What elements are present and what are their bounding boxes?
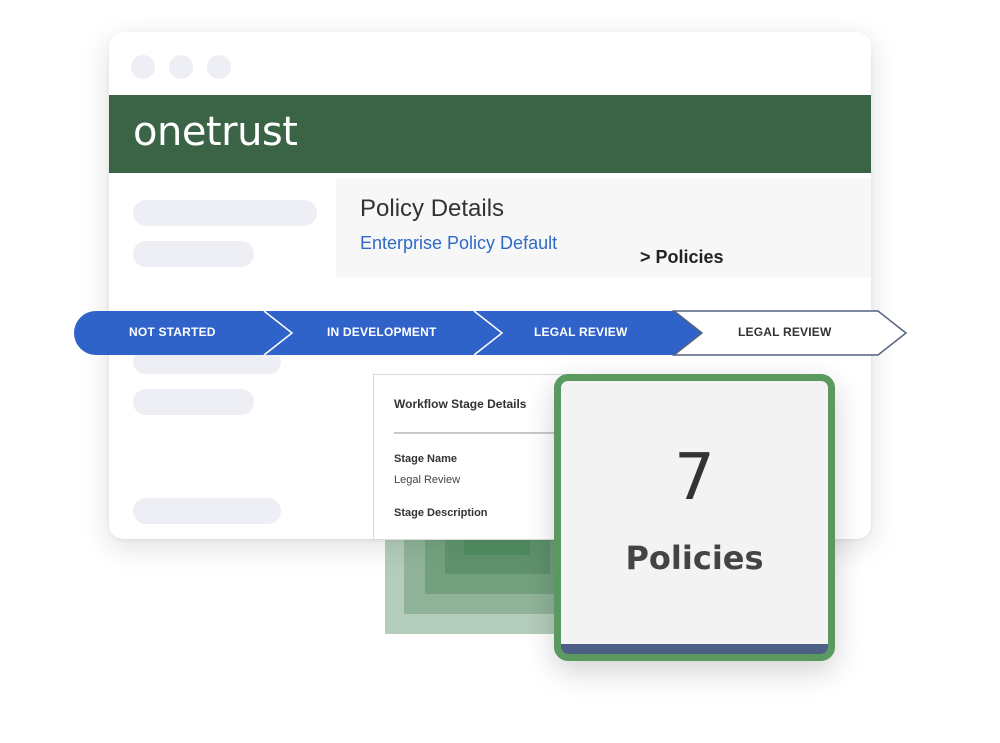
onetrust-logo: onetrust — [133, 109, 298, 155]
sidebar-skeleton-item — [133, 389, 254, 415]
decorative-square — [464, 539, 530, 555]
policies-count-card[interactable]: 7 Policies — [554, 374, 835, 661]
sidebar-skeleton-item — [133, 241, 254, 267]
policies-count: 7 — [674, 441, 715, 515]
card-title: Workflow Stage Details — [394, 397, 527, 411]
workflow-pipeline: NOT STARTED IN DEVELOPMENT LEGAL REVIEW … — [72, 309, 908, 357]
brand-header: onetrust — [109, 95, 871, 173]
window-dot-minimize[interactable] — [169, 55, 193, 79]
stage-name-label: Stage Name — [394, 453, 457, 465]
stage-label-legal-review-pending[interactable]: LEGAL REVIEW — [738, 325, 832, 339]
stage-label-not-started[interactable]: NOT STARTED — [129, 325, 216, 339]
policies-label: Policies — [625, 539, 764, 577]
stage-label-in-development[interactable]: IN DEVELOPMENT — [327, 325, 436, 339]
breadcrumb[interactable]: > Policies — [640, 247, 724, 268]
stage-label-legal-review[interactable]: LEGAL REVIEW — [534, 325, 628, 339]
card-accent-bar — [561, 644, 828, 654]
page-title: Policy Details — [360, 195, 505, 222]
stage-description-label: Stage Description — [394, 507, 488, 519]
policy-detail-panel: Policy Details Enterprise Policy Default… — [336, 179, 871, 277]
stage-name-value: Legal Review — [394, 474, 461, 486]
window-dot-close[interactable] — [131, 55, 155, 79]
window-dot-maximize[interactable] — [207, 55, 231, 79]
policy-name-link[interactable]: Enterprise Policy Default — [360, 233, 557, 254]
sidebar-skeleton-item — [133, 498, 281, 524]
sidebar-skeleton-item — [133, 200, 317, 226]
